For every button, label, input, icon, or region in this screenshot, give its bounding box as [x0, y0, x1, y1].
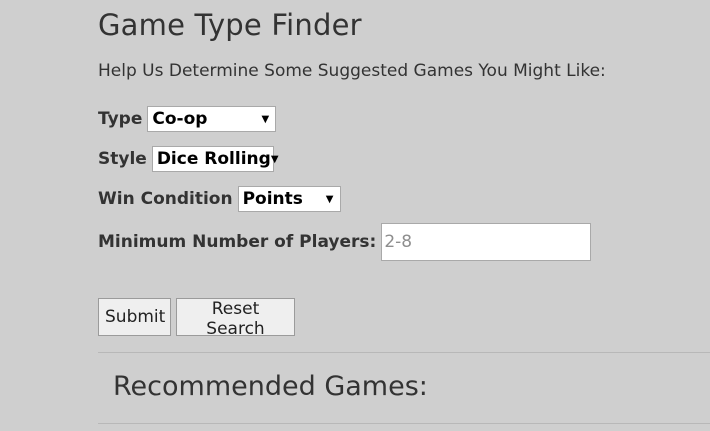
chevron-down-icon: ▼ — [270, 153, 279, 165]
submit-button[interactable]: Submit — [98, 298, 171, 336]
min-players-input[interactable] — [381, 223, 592, 261]
recommended-games-section: Recommended Games: — [98, 352, 710, 424]
style-select-value: Dice Rolling — [156, 149, 271, 169]
min-players-label: Minimum Number of Players: — [98, 232, 377, 252]
game-type-finder-page: Game Type Finder Help Us Determine Some … — [0, 0, 710, 431]
page-subtitle: Help Us Determine Some Suggested Games Y… — [98, 61, 606, 81]
win-condition-row: Win Condition Points ▼ — [98, 186, 341, 212]
type-select[interactable]: Co-op ▼ — [147, 106, 277, 132]
min-players-row: Minimum Number of Players: — [98, 223, 592, 261]
reset-search-button[interactable]: Reset Search — [176, 298, 295, 339]
chevron-down-icon: ▼ — [261, 113, 270, 125]
type-row: Type Co-op ▼ — [98, 106, 277, 132]
type-label: Type — [98, 109, 143, 129]
style-select[interactable]: Dice Rolling ▼ — [151, 146, 279, 172]
win-condition-select[interactable]: Points ▼ — [237, 186, 341, 212]
win-condition-label: Win Condition — [98, 189, 233, 209]
recommended-games-title: Recommended Games: — [113, 371, 428, 402]
chevron-down-icon: ▼ — [325, 193, 334, 205]
win-condition-select-value: Points — [242, 189, 303, 209]
style-row: Style Dice Rolling ▼ — [98, 146, 279, 172]
type-select-value: Co-op — [152, 109, 208, 129]
style-label: Style — [98, 149, 147, 169]
page-title: Game Type Finder — [98, 8, 362, 42]
